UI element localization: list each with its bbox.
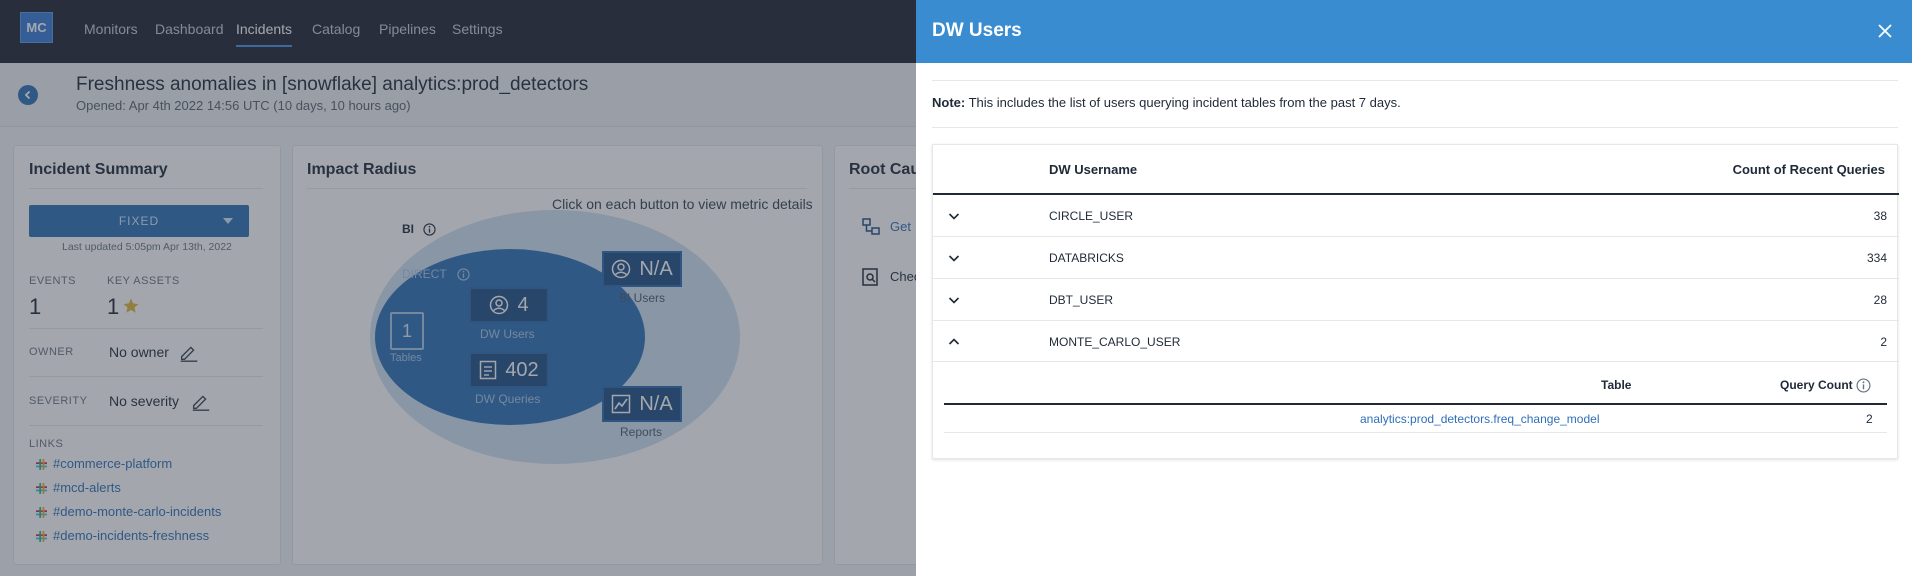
drawer-title: DW Users xyxy=(932,20,1022,41)
close-icon[interactable] xyxy=(1876,22,1894,40)
sub-count-cell: 2 xyxy=(1866,412,1873,426)
username-cell: DATABRICKS xyxy=(1049,251,1124,265)
username-cell: DBT_USER xyxy=(1049,293,1114,307)
sub-col-table: Table xyxy=(1601,378,1632,392)
username-cell: MONTE_CARLO_USER xyxy=(1049,335,1181,349)
chevron-down-icon[interactable] xyxy=(947,251,961,265)
table-row-expanded[interactable]: MONTE_CARLO_USER 2 xyxy=(933,321,1899,363)
info-icon[interactable] xyxy=(1856,378,1871,393)
col-count-recent-queries: Count of Recent Queries xyxy=(1732,162,1885,177)
chevron-down-icon[interactable] xyxy=(947,293,961,307)
count-cell: 38 xyxy=(1873,209,1887,223)
note-label: Note: xyxy=(932,95,966,110)
divider xyxy=(932,80,1898,81)
sub-table-link[interactable]: analytics:prod_detectors.freq_change_mod… xyxy=(1360,412,1599,426)
username-cell: CIRCLE_USER xyxy=(1049,209,1134,223)
divider xyxy=(944,432,1887,433)
sub-col-query-count: Query Count xyxy=(1780,378,1853,392)
modal-backdrop[interactable] xyxy=(0,0,916,576)
sub-header-rule xyxy=(944,403,1887,405)
col-dw-username: DW Username xyxy=(1049,162,1138,177)
drawer-header: DW Users xyxy=(916,0,1912,63)
table-row[interactable]: DBT_USER 28 xyxy=(933,279,1899,321)
divider xyxy=(933,361,1899,362)
count-cell: 334 xyxy=(1866,251,1887,265)
drawer-note: Note: This includes the list of users qu… xyxy=(932,95,1401,110)
dw-users-drawer: DW Users Note: This includes the list of… xyxy=(916,0,1912,576)
count-cell: 28 xyxy=(1873,293,1887,307)
chevron-down-icon[interactable] xyxy=(947,209,961,223)
divider xyxy=(932,127,1898,128)
count-cell: 2 xyxy=(1880,335,1887,349)
chevron-up-icon[interactable] xyxy=(947,335,961,349)
note-text: This includes the list of users querying… xyxy=(965,95,1401,110)
table-row[interactable]: CIRCLE_USER 38 xyxy=(933,195,1899,237)
table-row[interactable]: DATABRICKS 334 xyxy=(933,237,1899,279)
